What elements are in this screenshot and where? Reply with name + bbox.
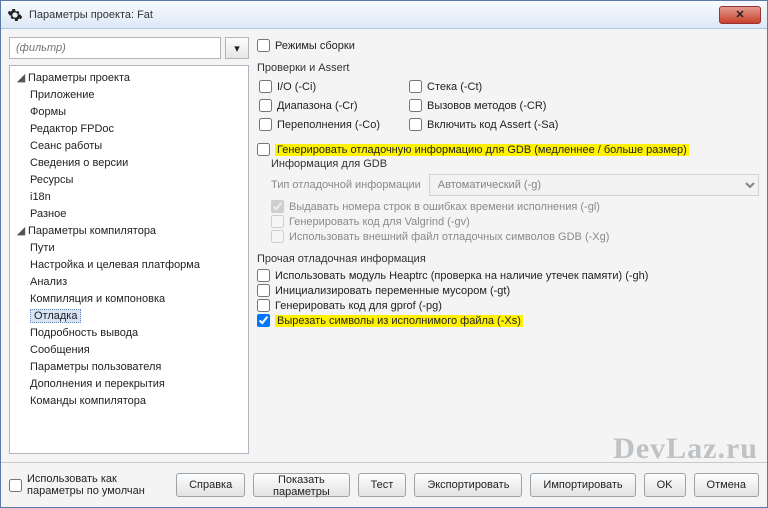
build-modes-checkbox[interactable]: Режимы сборки xyxy=(257,39,759,52)
close-button[interactable]: ✕ xyxy=(719,6,761,24)
left-panel: ▾ ◢Параметры проекта Приложение Формы Ре… xyxy=(9,37,249,454)
tree-item[interactable]: Параметры пользователя xyxy=(30,359,246,376)
dialog-footer: Использовать как параметры по умолчан Сп… xyxy=(1,462,767,507)
tree-item[interactable]: Дополнения и перекрытия xyxy=(30,376,246,393)
export-button[interactable]: Экспортировать xyxy=(414,473,522,497)
cancel-button[interactable]: Отмена xyxy=(694,473,759,497)
tree-item[interactable]: Редактор FPDoc xyxy=(30,121,246,138)
ok-button[interactable]: OK xyxy=(644,473,686,497)
funnel-icon: ▾ xyxy=(234,42,240,55)
check-method[interactable]: Вызовов методов (-CR) xyxy=(409,99,759,112)
check-heaptrc[interactable]: Использовать модуль Heaptrc (проверка на… xyxy=(257,269,759,282)
titlebar[interactable]: Параметры проекта: Fat ✕ xyxy=(1,1,767,29)
use-default-checkbox[interactable]: Использовать как параметры по умолчан xyxy=(9,473,160,497)
gear-icon xyxy=(7,7,23,23)
options-tree[interactable]: ◢Параметры проекта Приложение Формы Реда… xyxy=(9,65,249,454)
tree-item[interactable]: Приложение xyxy=(30,87,246,104)
check-strip[interactable]: Вырезать символы из исполнимого файла (-… xyxy=(257,314,759,327)
tree-item[interactable]: Сведения о версии xyxy=(30,155,246,172)
gdb-section: Генерировать отладочную информацию для G… xyxy=(257,141,759,245)
window-title: Параметры проекта: Fat xyxy=(29,9,719,21)
check-range[interactable]: Диапазона (-Cr) xyxy=(259,99,409,112)
check-trash[interactable]: Инициализировать переменные мусором (-gt… xyxy=(257,284,759,297)
tree-item[interactable]: Анализ xyxy=(30,274,246,291)
test-button[interactable]: Тест xyxy=(358,473,407,497)
tree-item[interactable]: Команды компилятора xyxy=(30,393,246,410)
debug-type-select[interactable]: Автоматический (-g) xyxy=(429,174,759,196)
close-icon: ✕ xyxy=(735,8,744,21)
check-valgrind: Генерировать код для Valgrind (-gv) xyxy=(271,215,759,228)
check-assert[interactable]: Включить код Assert (-Sa) xyxy=(409,118,759,131)
help-button[interactable]: Справка xyxy=(176,473,245,497)
check-external-symbols: Использовать внешний файл отладочных сим… xyxy=(271,230,759,243)
tree-item[interactable]: Подробность вывода xyxy=(30,325,246,342)
dialog-body: ▾ ◢Параметры проекта Приложение Формы Ре… xyxy=(1,29,767,462)
tree-group-project[interactable]: ◢Параметры проекта Приложение Формы Реда… xyxy=(16,70,246,223)
show-params-button[interactable]: Показать параметры xyxy=(253,473,349,497)
check-io[interactable]: I/O (-Ci) xyxy=(259,80,409,93)
tree-item[interactable]: Сообщения xyxy=(30,342,246,359)
debug-type-label: Тип отладочной информации xyxy=(271,179,421,191)
right-panel: Режимы сборки Проверки и Assert I/O (-Ci… xyxy=(257,37,759,454)
check-gprof[interactable]: Генерировать код для gprof (-pg) xyxy=(257,299,759,312)
tree-item[interactable]: Формы xyxy=(30,104,246,121)
import-button[interactable]: Импортировать xyxy=(530,473,635,497)
checks-section: Проверки и Assert I/O (-Ci) Стека (-Ct) … xyxy=(257,62,759,133)
section-header: Проверки и Assert xyxy=(257,62,759,74)
tree-item[interactable]: Пути xyxy=(30,240,246,257)
tree-item[interactable]: Компиляция и компоновка xyxy=(30,291,246,308)
tree-group-compiler[interactable]: ◢Параметры компилятора Пути Настройка и … xyxy=(16,223,246,410)
tree-item[interactable]: Ресурсы xyxy=(30,172,246,189)
tree-item[interactable]: Сеанс работы xyxy=(30,138,246,155)
filter-clear-button[interactable]: ▾ xyxy=(225,37,249,59)
generate-debug-checkbox[interactable]: Генерировать отладочную информацию для G… xyxy=(257,143,759,156)
triangle-down-icon: ◢ xyxy=(16,223,26,240)
section-header: Прочая отладочная информация xyxy=(257,253,759,265)
check-stack[interactable]: Стека (-Ct) xyxy=(409,80,759,93)
check-overflow[interactable]: Переполнения (-Co) xyxy=(259,118,409,131)
tree-item[interactable]: i18n xyxy=(30,189,246,206)
other-debug-section: Прочая отладочная информация Использоват… xyxy=(257,253,759,329)
tree-item-selected[interactable]: Отладка xyxy=(30,308,246,325)
tree-item[interactable]: Разное xyxy=(30,206,246,223)
dialog-window: Параметры проекта: Fat ✕ ▾ ◢Параметры пр… xyxy=(0,0,768,508)
check-line-errors: Выдавать номера строк в ошибках времени … xyxy=(271,200,759,213)
triangle-down-icon: ◢ xyxy=(16,70,26,87)
filter-input[interactable] xyxy=(9,37,221,59)
tree-item[interactable]: Настройка и целевая платформа xyxy=(30,257,246,274)
section-header: Информация для GDB xyxy=(271,158,759,170)
